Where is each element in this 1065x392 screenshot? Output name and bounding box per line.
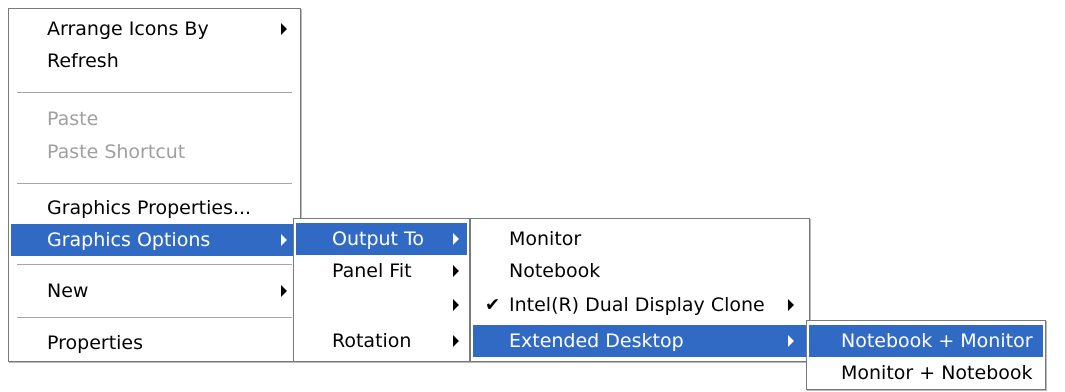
menu-item-graphics-properties[interactable]: Graphics Properties... (11, 192, 298, 224)
menu-item-dual-display-clone[interactable]: ✔ Intel(R) Dual Display Clone (473, 289, 807, 321)
menu-separator (17, 264, 292, 265)
submenu-arrow-icon (788, 299, 794, 311)
menu-item-label: Intel(R) Dual Display Clone (509, 294, 765, 316)
menu-item-label: Panel Fit (332, 260, 412, 282)
menu-item-notebook[interactable]: Notebook (473, 255, 807, 287)
menu-separator (17, 92, 292, 93)
menu-item-label: Output To (332, 228, 425, 250)
menu-item-label: Paste (47, 108, 99, 130)
graphics-options-submenu: Output To Panel Fit Rotation (293, 218, 470, 362)
submenu-arrow-icon (453, 265, 459, 277)
submenu-arrow-icon (453, 233, 459, 245)
menu-item-label: Notebook + Monitor (841, 330, 1033, 352)
menu-item-monitor-notebook[interactable]: Monitor + Notebook (809, 357, 1043, 389)
menu-item-paste: Paste (11, 103, 298, 135)
menu-item-panel-fit[interactable]: Panel Fit (296, 255, 467, 287)
menu-item-monitor[interactable]: Monitor (473, 223, 807, 255)
submenu-arrow-icon (281, 23, 287, 35)
menu-item-label: Monitor + Notebook (841, 362, 1033, 384)
menu-item-extended-desktop[interactable]: Extended Desktop (473, 325, 807, 357)
menu-item-blank[interactable] (296, 289, 467, 321)
menu-item-label: Extended Desktop (509, 330, 684, 352)
extended-desktop-submenu: Notebook + Monitor Monitor + Notebook (806, 320, 1046, 390)
menu-item-label: Paste Shortcut (47, 141, 186, 163)
menu-item-label: Arrange Icons By (47, 18, 209, 40)
menu-item-rotation[interactable]: Rotation (296, 325, 467, 357)
menu-item-label: Properties (47, 332, 144, 354)
output-to-submenu: Monitor Notebook ✔ Intel(R) Dual Display… (470, 218, 810, 362)
desktop-context-menu: Arrange Icons By Refresh Paste Paste Sho… (8, 8, 301, 362)
menu-separator (17, 183, 292, 184)
menu-item-properties[interactable]: Properties (11, 327, 298, 359)
menu-item-label: New (47, 280, 89, 302)
menu-item-label: Monitor (509, 228, 582, 250)
menu-item-arrange-icons-by[interactable]: Arrange Icons By (11, 13, 298, 45)
menu-item-new[interactable]: New (11, 275, 298, 307)
menu-item-refresh[interactable]: Refresh (11, 45, 298, 77)
menu-item-label: Refresh (47, 50, 119, 72)
submenu-arrow-icon (281, 285, 287, 297)
menu-item-label: Notebook (509, 260, 601, 282)
menu-item-label: Graphics Options (47, 229, 211, 251)
submenu-arrow-icon (453, 299, 459, 311)
menu-item-notebook-monitor[interactable]: Notebook + Monitor (809, 325, 1043, 357)
menu-separator (17, 317, 292, 318)
menu-item-output-to[interactable]: Output To (296, 223, 467, 255)
submenu-arrow-icon (788, 335, 794, 347)
menu-item-label: Graphics Properties... (47, 197, 252, 219)
submenu-arrow-icon (453, 335, 459, 347)
checkmark-icon: ✔ (485, 294, 501, 316)
menu-item-paste-shortcut: Paste Shortcut (11, 136, 298, 168)
submenu-arrow-icon (281, 234, 287, 246)
menu-item-graphics-options[interactable]: Graphics Options (11, 224, 298, 256)
menu-item-label: Rotation (332, 330, 412, 352)
